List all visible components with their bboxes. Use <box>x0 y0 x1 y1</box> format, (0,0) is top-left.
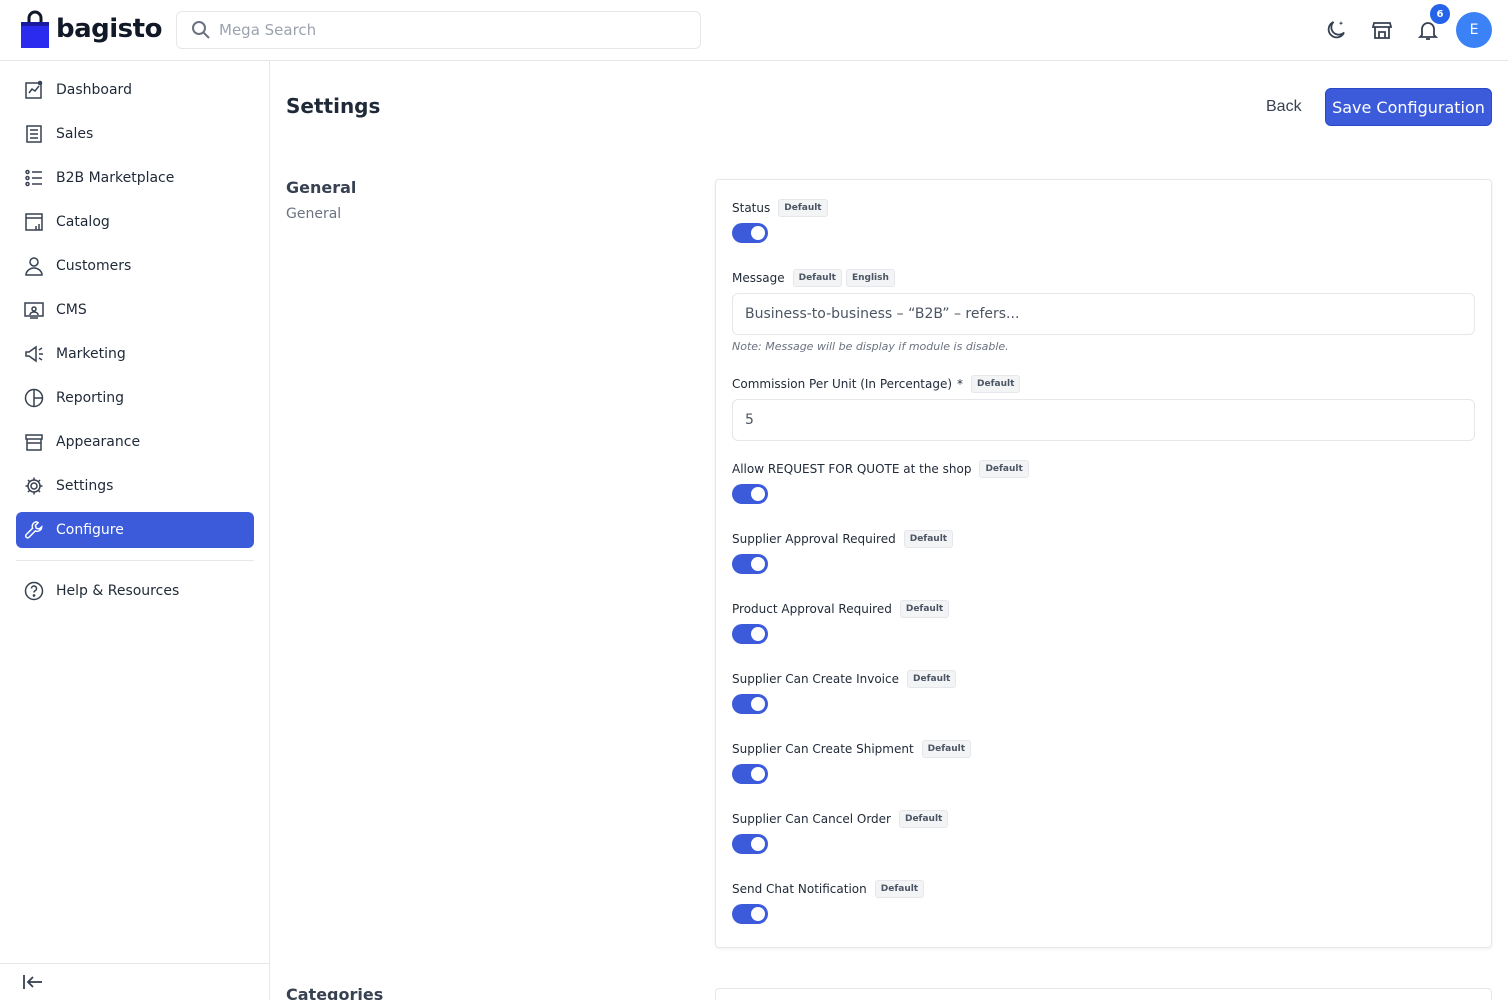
store-icon <box>24 432 44 452</box>
section-title: General <box>286 178 357 197</box>
default-badge: Default <box>778 199 828 217</box>
search-input[interactable] <box>219 21 679 39</box>
sidebar-item-label: Appearance <box>56 434 141 450</box>
sidebar-item-label: Configure <box>56 522 124 538</box>
storefront-icon[interactable] <box>1366 14 1398 46</box>
default-badge: Default <box>921 740 972 758</box>
dark-mode-icon[interactable] <box>1320 14 1352 46</box>
pie-chart-icon <box>24 388 44 408</box>
page-title: Settings <box>286 94 381 118</box>
categories-section-title: Categories <box>286 985 384 1000</box>
categories-card <box>715 988 1492 1000</box>
message-note: Note: Message will be display if module … <box>732 340 1009 353</box>
sidebar-item-label: B2B Marketplace <box>56 170 175 186</box>
chat-notification-label: Send Chat Notification Default <box>732 880 925 898</box>
sidebar-item-configure[interactable]: Configure <box>16 512 254 548</box>
default-badge: Default <box>899 600 950 618</box>
sidebar-item-cms[interactable]: CMS <box>16 292 254 328</box>
default-badge: Default <box>979 460 1029 478</box>
sidebar-item-help[interactable]: Help & Resources <box>16 573 254 609</box>
sidebar-item-label: Dashboard <box>56 82 132 98</box>
sidebar-item-reporting[interactable]: Reporting <box>16 380 254 416</box>
supplier-approval-label: Supplier Approval Required Default <box>732 530 954 548</box>
top-header: bagisto 6 E <box>0 0 1508 61</box>
allow-rfq-label: Allow REQUEST FOR QUOTE at the shop Defa… <box>732 460 1029 478</box>
create-invoice-label: Supplier Can Create Invoice Default <box>732 670 957 688</box>
status-toggle[interactable] <box>732 223 768 243</box>
commission-label: Commission Per Unit (In Percentage) * De… <box>732 375 1021 393</box>
sidebar-item-sales[interactable]: Sales <box>16 116 254 152</box>
sales-icon <box>24 124 44 144</box>
megaphone-icon <box>24 344 44 364</box>
status-label: Status Default <box>732 199 828 217</box>
cms-icon <box>24 300 44 320</box>
default-badge: Default <box>907 670 957 688</box>
save-configuration-button[interactable]: Save Configuration <box>1325 88 1492 126</box>
cancel-order-label: Supplier Can Cancel Order Default <box>732 810 949 828</box>
english-badge: English <box>845 269 895 287</box>
sidebar-item-settings[interactable]: Settings <box>16 468 254 504</box>
sidebar-item-label: Marketing <box>56 346 126 362</box>
catalog-icon <box>24 212 44 232</box>
sidebar-item-label: Sales <box>56 126 94 142</box>
product-approval-toggle[interactable] <box>732 624 768 644</box>
message-input[interactable]: Business-to-business – “B2B” – refers... <box>732 293 1475 335</box>
dashboard-icon <box>24 80 44 100</box>
create-invoice-toggle[interactable] <box>732 694 768 714</box>
general-settings-card: Status Default Message Default English B… <box>715 179 1492 948</box>
default-badge: Default <box>792 269 842 287</box>
create-shipment-label: Supplier Can Create Shipment Default <box>732 740 972 758</box>
supplier-approval-toggle[interactable] <box>732 554 768 574</box>
sidebar-item-label: Catalog <box>56 214 110 230</box>
sidebar-item-label: CMS <box>56 302 87 318</box>
sidebar-item-catalog[interactable]: Catalog <box>16 204 254 240</box>
sidebar-collapse-bar <box>0 963 270 1000</box>
chat-notification-toggle[interactable] <box>732 904 768 924</box>
help-icon <box>24 581 44 601</box>
sidebar-item-label: Help & Resources <box>56 583 180 599</box>
message-label: Message Default English <box>732 269 895 287</box>
allow-rfq-toggle[interactable] <box>732 484 768 504</box>
default-badge: Default <box>898 810 949 828</box>
sidebar-item-label: Reporting <box>56 390 125 406</box>
sidebar-item-dashboard[interactable]: Dashboard <box>16 72 254 108</box>
default-badge: Default <box>874 880 925 898</box>
sidebar: Dashboard Sales B2B Marketplace Catalog … <box>0 61 270 1000</box>
logo[interactable]: bagisto <box>20 10 162 48</box>
sidebar-divider <box>16 560 254 561</box>
sidebar-item-label: Customers <box>56 258 132 274</box>
cancel-order-toggle[interactable] <box>732 834 768 854</box>
mega-search-box[interactable] <box>176 11 701 49</box>
sidebar-item-customers[interactable]: Customers <box>16 248 254 284</box>
shopping-bag-icon <box>21 10 49 48</box>
sidebar-item-marketing[interactable]: Marketing <box>16 336 254 372</box>
logo-text: bagisto <box>56 14 162 44</box>
default-badge: Default <box>971 375 1021 393</box>
section-subtitle: General <box>286 206 342 222</box>
customer-icon <box>24 256 44 276</box>
sidebar-item-label: Settings <box>56 478 114 494</box>
create-shipment-toggle[interactable] <box>732 764 768 784</box>
default-badge: Default <box>903 530 954 548</box>
commission-input[interactable]: 5 <box>732 399 1475 441</box>
gear-icon <box>24 476 44 496</box>
notification-count-badge: 6 <box>1430 4 1450 24</box>
sidebar-item-appearance[interactable]: Appearance <box>16 424 254 460</box>
collapse-sidebar-icon[interactable] <box>22 974 44 994</box>
search-icon <box>192 21 210 39</box>
list-icon <box>24 168 44 188</box>
back-button[interactable]: Back <box>1252 88 1316 126</box>
sidebar-item-b2b-marketplace[interactable]: B2B Marketplace <box>16 160 254 196</box>
wrench-icon <box>24 520 44 540</box>
user-avatar[interactable]: E <box>1456 12 1492 48</box>
product-approval-label: Product Approval Required Default <box>732 600 950 618</box>
